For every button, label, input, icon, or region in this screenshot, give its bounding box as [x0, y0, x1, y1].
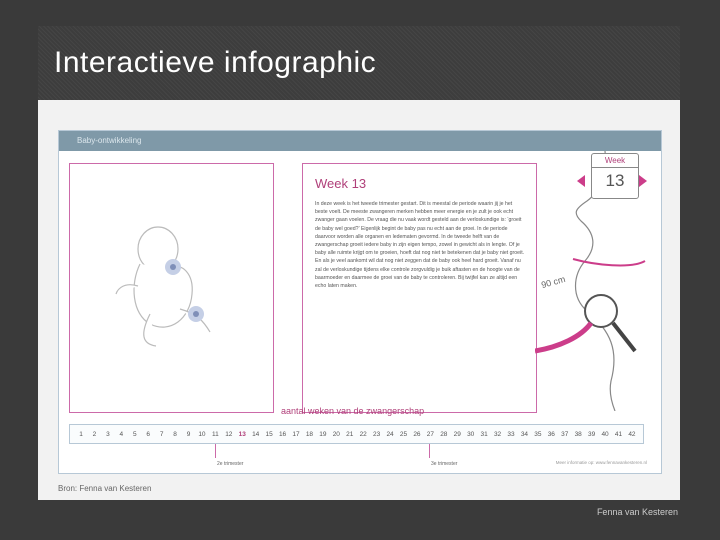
week-number[interactable]: 22	[358, 431, 368, 438]
week-number[interactable]: 38	[573, 431, 583, 438]
fetus-illustration	[115, 226, 211, 347]
week-info-panel: Week 13 In deze week is het tweede trime…	[302, 163, 537, 413]
week-number[interactable]: 19	[318, 431, 328, 438]
week-number[interactable]: 33	[506, 431, 516, 438]
week-description: In deze week is het tweede trimester ges…	[315, 201, 525, 290]
week-number[interactable]: 23	[372, 431, 382, 438]
week-selector-card: Week 13	[591, 153, 639, 199]
timeline-title: aantal weken van de zwangerschap	[281, 406, 425, 416]
week-heading: Week 13	[315, 176, 367, 191]
week-number[interactable]: 13	[237, 431, 247, 438]
trimester-3-label: 3e trimester	[431, 461, 458, 467]
week-number[interactable]: 8	[170, 431, 180, 438]
week-number[interactable]: 32	[493, 431, 503, 438]
week-number[interactable]: 36	[546, 431, 556, 438]
trimester-2-label: 2e trimester	[217, 461, 244, 467]
week-number[interactable]: 21	[345, 431, 355, 438]
slide-title: Interactieve infographic	[54, 46, 377, 79]
week-number[interactable]: 37	[560, 431, 570, 438]
week-number[interactable]: 12	[224, 431, 234, 438]
fetus-panel	[69, 163, 274, 413]
week-number[interactable]: 10	[197, 431, 207, 438]
week-number[interactable]: 17	[291, 431, 301, 438]
week-number[interactable]: 30	[466, 431, 476, 438]
week-number[interactable]: 2	[89, 431, 99, 438]
week-number[interactable]: 42	[627, 431, 637, 438]
source-caption: Bron: Fenna van Kesteren	[58, 484, 152, 493]
trimester-2-marker	[215, 444, 216, 458]
week-number[interactable]: 3	[103, 431, 113, 438]
week-card-value: 13	[605, 171, 625, 190]
week-number[interactable]: 35	[533, 431, 543, 438]
week-number[interactable]: 24	[385, 431, 395, 438]
week-number[interactable]: 26	[412, 431, 422, 438]
infographic: Baby-ontwikkeling Week 13 In deze week i…	[58, 130, 662, 474]
trimester-3-marker	[429, 444, 430, 458]
week-number[interactable]: 18	[304, 431, 314, 438]
week-number[interactable]: 7	[157, 431, 167, 438]
week-number[interactable]: 6	[143, 431, 153, 438]
previous-week-arrow-icon[interactable]	[577, 175, 585, 187]
week-number[interactable]: 1	[76, 431, 86, 438]
week-number[interactable]: 5	[130, 431, 140, 438]
week-timeline: 1 2 3 4 5 6 7 8 9 10 11 12 13 14 15 16 17 18 19 20 21 22 23 24 2…	[69, 424, 644, 444]
week-number[interactable]: 29	[452, 431, 462, 438]
week-number[interactable]: 20	[331, 431, 341, 438]
week-number[interactable]: 15	[264, 431, 274, 438]
week-number[interactable]: 28	[439, 431, 449, 438]
infographic-header: Baby-ontwikkeling	[59, 131, 661, 151]
week-number[interactable]: 11	[210, 431, 220, 438]
infographic-credit: Meer informatie op: www.fennavankesteren…	[555, 460, 647, 465]
week-number[interactable]: 14	[251, 431, 261, 438]
week-number[interactable]: 40	[600, 431, 610, 438]
week-number[interactable]: 39	[587, 431, 597, 438]
week-number[interactable]: 41	[614, 431, 624, 438]
week-number[interactable]: 4	[116, 431, 126, 438]
next-week-arrow-icon[interactable]	[639, 175, 647, 187]
week-number[interactable]: 16	[278, 431, 288, 438]
week-number[interactable]: 27	[425, 431, 435, 438]
week-number[interactable]: 31	[479, 431, 489, 438]
week-number[interactable]: 25	[399, 431, 409, 438]
week-number[interactable]: 9	[184, 431, 194, 438]
week-card-label: Week	[592, 154, 638, 168]
footer-author: Fenna van Kesteren	[596, 507, 678, 517]
week-number[interactable]: 34	[519, 431, 529, 438]
